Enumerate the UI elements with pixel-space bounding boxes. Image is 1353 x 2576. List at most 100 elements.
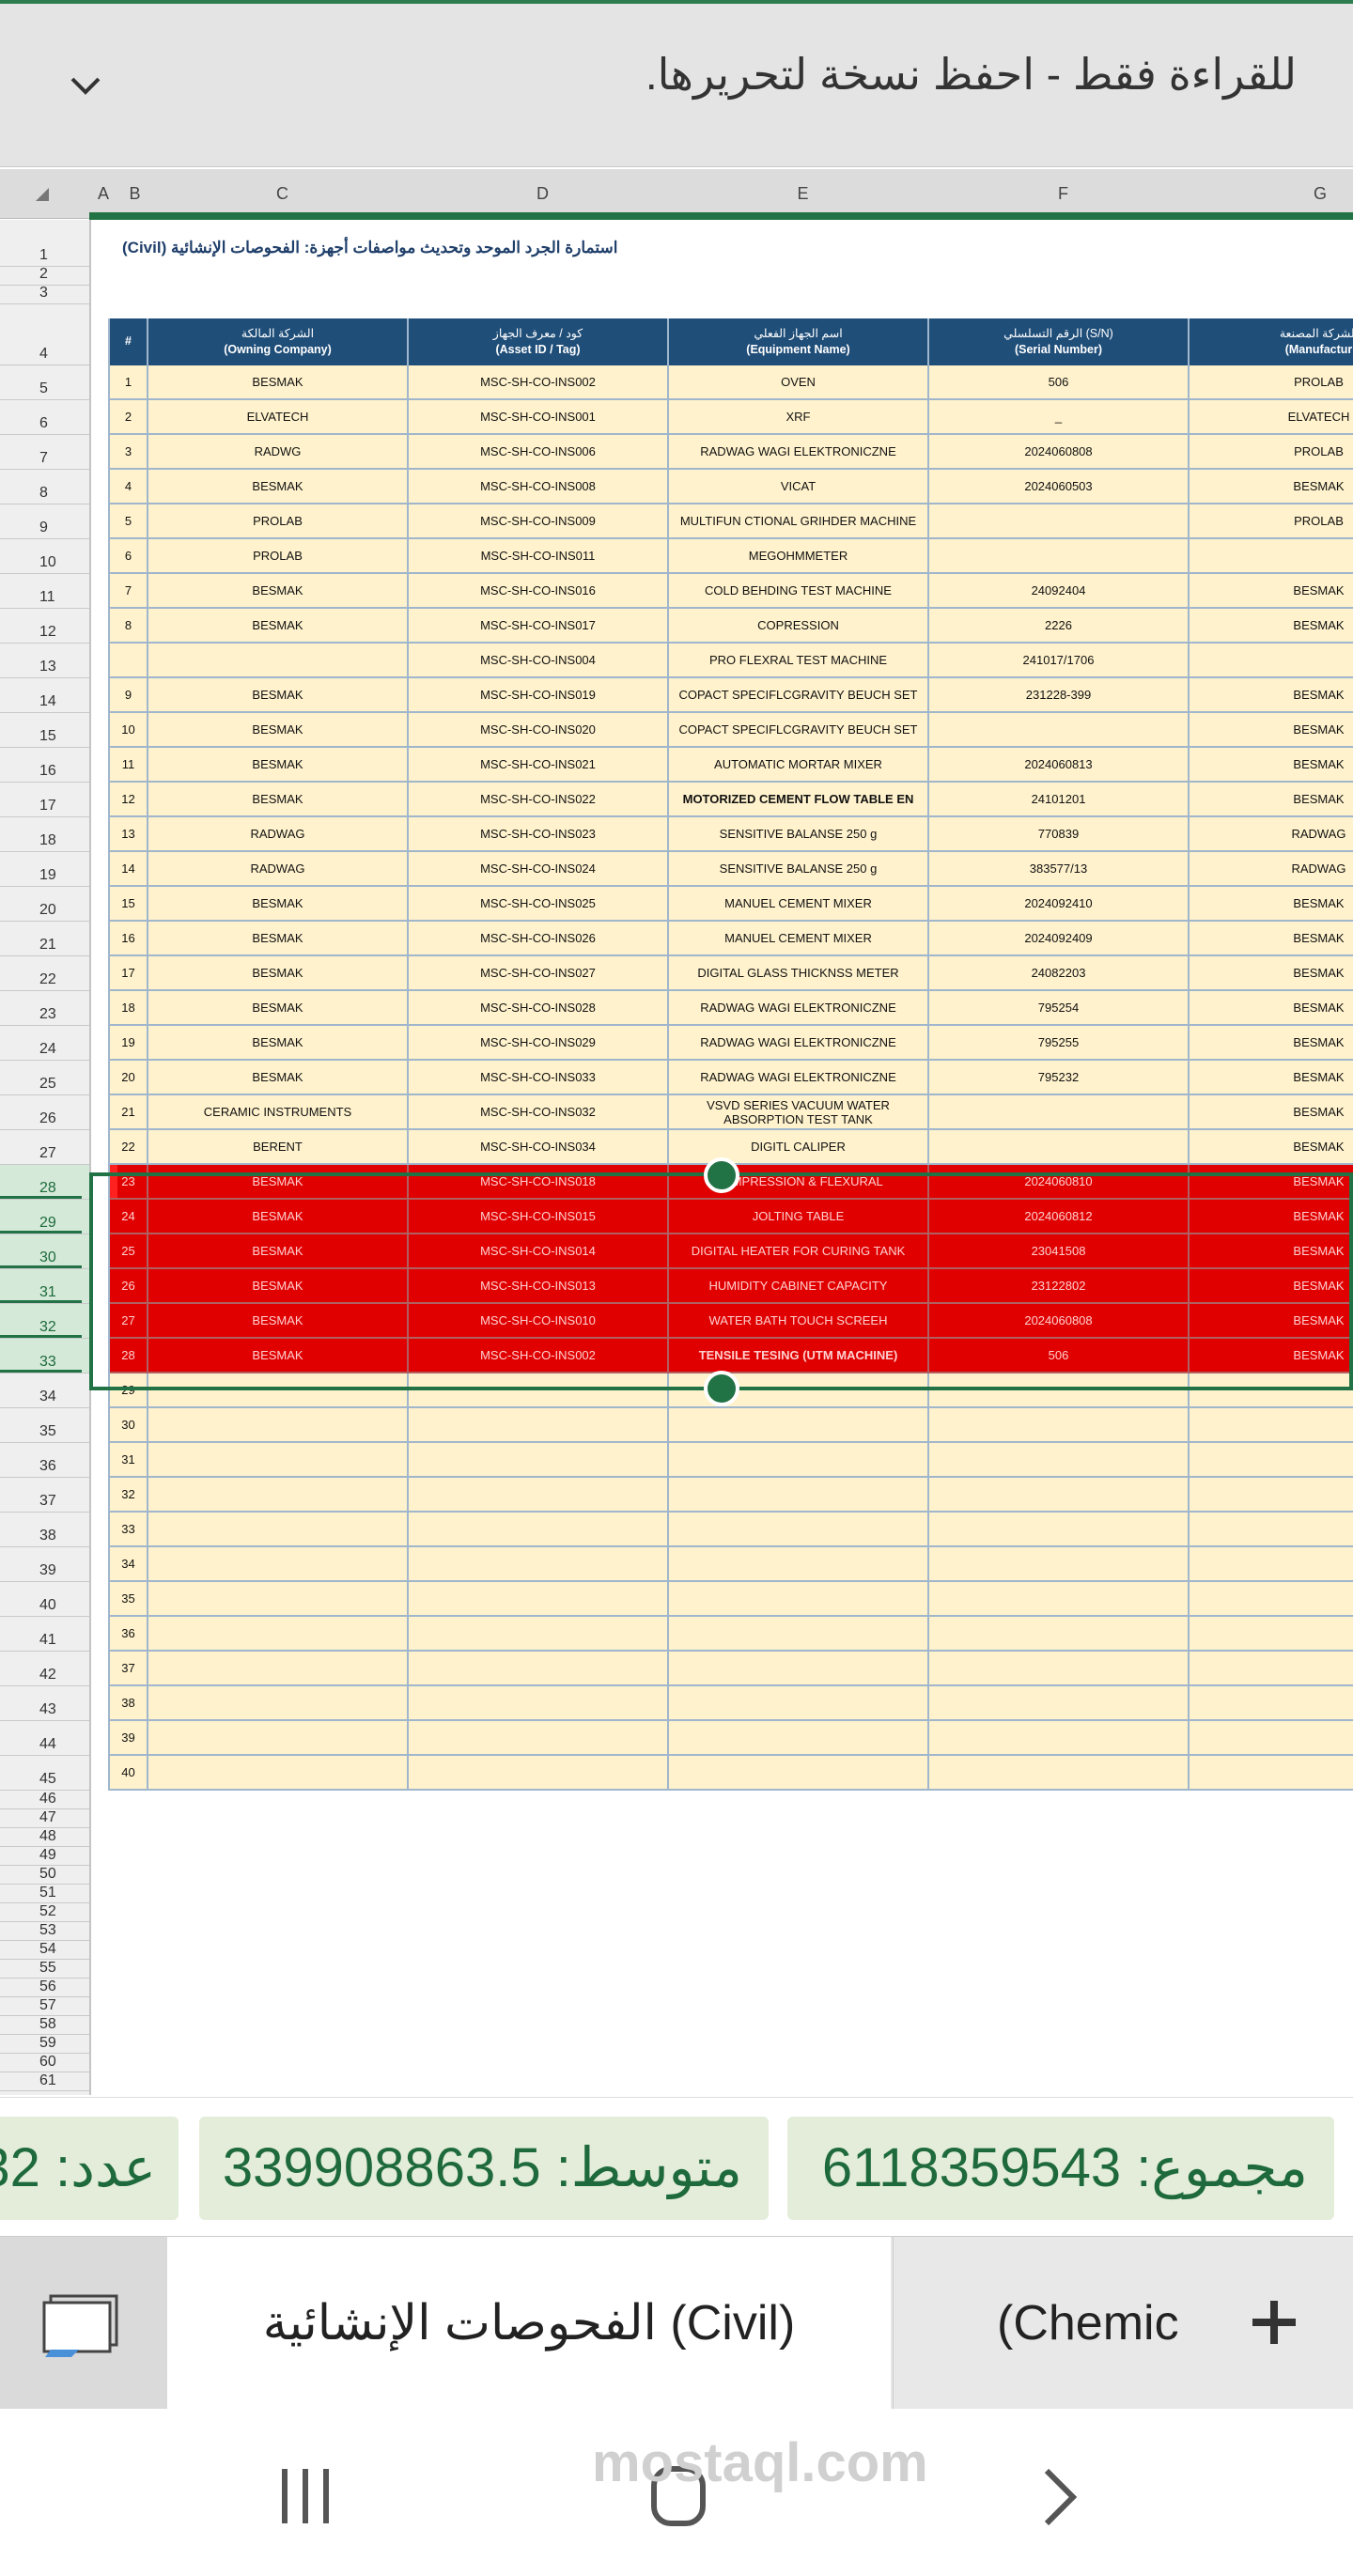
cell-owner[interactable] (148, 1443, 409, 1478)
row-header[interactable]: 35 (0, 1408, 89, 1443)
cell-owner[interactable]: BESMAK (148, 1165, 409, 1200)
cell-manufacturer[interactable]: BESMAK (1190, 922, 1353, 956)
row-header[interactable]: 50 (0, 1866, 89, 1885)
cell-equipment-name[interactable]: JOLTING TABLE (669, 1200, 929, 1234)
cell-manufacturer[interactable]: BESMAK (1190, 1234, 1353, 1269)
cell-serial[interactable] (929, 504, 1190, 539)
cell-serial[interactable] (929, 1652, 1190, 1686)
row-header[interactable]: 6 (0, 400, 89, 435)
cell-index[interactable]: 2 (110, 400, 148, 435)
cell-equipment-name[interactable] (669, 1686, 929, 1721)
row-header[interactable]: 55 (0, 1960, 89, 1979)
cell-index[interactable]: 17 (110, 956, 148, 991)
row-header[interactable]: 22 (0, 956, 89, 991)
cell-index[interactable]: 37 (110, 1652, 148, 1686)
row-header[interactable]: 47 (0, 1809, 89, 1828)
cell-serial[interactable]: 2024060813 (929, 748, 1190, 783)
cell-equipment-name[interactable]: OVEN (669, 365, 929, 400)
cell-equipment-name[interactable]: MANUEL CEMENT MIXER (669, 922, 929, 956)
cell-asset-id[interactable] (409, 1373, 669, 1408)
cell-index[interactable]: 32 (110, 1478, 148, 1513)
cell-serial[interactable]: 2024060808 (929, 1304, 1190, 1339)
row-header[interactable]: 57 (0, 1997, 89, 2016)
cell-serial[interactable] (929, 1582, 1190, 1617)
row-header[interactable]: 16 (0, 748, 89, 783)
row-header[interactable]: 14 (0, 678, 89, 713)
cell-asset-id[interactable]: MSC-SH-CO-INS024 (409, 852, 669, 887)
status-count[interactable]: عدد: 32 (0, 2117, 179, 2220)
cell-owner[interactable] (148, 1373, 409, 1408)
cell-equipment-name[interactable]: RADWAG WAGI ELEKTRONICZNE (669, 1026, 929, 1061)
cell-index[interactable]: 22 (110, 1130, 148, 1165)
cell-index[interactable]: 25 (110, 1234, 148, 1269)
row-header[interactable]: 54 (0, 1941, 89, 1960)
row-header[interactable]: 33 (0, 1339, 89, 1373)
cell-asset-id[interactable]: MSC-SH-CO-INS028 (409, 991, 669, 1026)
cell-asset-id[interactable] (409, 1513, 669, 1547)
cell-index[interactable]: 34 (110, 1547, 148, 1582)
column-header-b[interactable]: B (117, 169, 152, 218)
cell-equipment-name[interactable]: XRF (669, 400, 929, 435)
status-sum[interactable]: مجموع: 6118359543 (787, 2117, 1334, 2220)
cell-asset-id[interactable]: MSC-SH-CO-INS006 (409, 435, 669, 470)
cell-serial[interactable]: 2024092409 (929, 922, 1190, 956)
cell-index[interactable]: 24 (110, 1200, 148, 1234)
cell-equipment-name[interactable]: AUTOMATIC MORTAR MIXER (669, 748, 929, 783)
row-header[interactable]: 38 (0, 1513, 89, 1547)
cell-equipment-name[interactable]: COPRESSION (669, 609, 929, 644)
row-header[interactable]: 40 (0, 1582, 89, 1617)
row-header[interactable]: 27 (0, 1130, 89, 1165)
cell-serial[interactable] (929, 1130, 1190, 1165)
selection-handle-top[interactable] (704, 1157, 739, 1193)
cell-index[interactable]: 33 (110, 1513, 148, 1547)
cell-owner[interactable]: BESMAK (148, 470, 409, 504)
row-header[interactable]: 5 (0, 365, 89, 400)
cell-serial[interactable] (929, 1721, 1190, 1756)
cell-owner[interactable]: BESMAK (148, 922, 409, 956)
cell-asset-id[interactable]: MSC-SH-CO-INS026 (409, 922, 669, 956)
row-header[interactable]: 58 (0, 2016, 89, 2035)
cell-asset-id[interactable]: MSC-SH-CO-INS027 (409, 956, 669, 991)
cell-index[interactable]: 36 (110, 1617, 148, 1652)
cell-manufacturer[interactable]: BESMAK (1190, 956, 1353, 991)
cell-index[interactable]: 39 (110, 1721, 148, 1756)
cell-asset-id[interactable]: MSC-SH-CO-INS013 (409, 1269, 669, 1304)
cell-index[interactable]: 18 (110, 991, 148, 1026)
cell-manufacturer[interactable]: BESMAK (1190, 887, 1353, 922)
cell-equipment-name[interactable]: COPACT SPECIFLCGRAVITY BEUCH SET (669, 713, 929, 748)
cell-owner[interactable]: PROLAB (148, 539, 409, 574)
cell-equipment-name[interactable] (669, 1617, 929, 1652)
tab-civil[interactable]: الفحوصات الإنشائية (Civil) (167, 2237, 891, 2410)
cell-owner[interactable] (148, 1756, 409, 1791)
cell-asset-id[interactable]: MSC-SH-CO-INS009 (409, 504, 669, 539)
column-header-f[interactable]: F (933, 169, 1193, 218)
cell-manufacturer[interactable]: BESMAK (1190, 748, 1353, 783)
cell-manufacturer[interactable]: BESMAK (1190, 713, 1353, 748)
row-header[interactable]: 25 (0, 1061, 89, 1095)
row-header[interactable]: 19 (0, 852, 89, 887)
cell-index[interactable]: 6 (110, 539, 148, 574)
cell-manufacturer[interactable]: BESMAK (1190, 574, 1353, 609)
cell-serial[interactable]: 506 (929, 365, 1190, 400)
cell-asset-id[interactable]: MSC-SH-CO-INS002 (409, 365, 669, 400)
cell-owner[interactable] (148, 1617, 409, 1652)
cell-owner[interactable] (148, 1547, 409, 1582)
cell-asset-id[interactable]: MSC-SH-CO-INS021 (409, 748, 669, 783)
cell-index[interactable]: 9 (110, 678, 148, 713)
row-header[interactable]: 51 (0, 1885, 89, 1903)
cell-equipment-name[interactable]: MANUEL CEMENT MIXER (669, 887, 929, 922)
row-header[interactable]: 49 (0, 1847, 89, 1866)
cell-equipment-name[interactable]: DIGITAL HEATER FOR CURING TANK (669, 1234, 929, 1269)
cell-index[interactable]: 23 (110, 1165, 148, 1200)
cell-equipment-name[interactable]: VICAT (669, 470, 929, 504)
cell-manufacturer[interactable] (1190, 1513, 1353, 1547)
cell-owner[interactable]: BESMAK (148, 365, 409, 400)
row-header[interactable]: 23 (0, 991, 89, 1026)
cell-serial[interactable] (929, 1408, 1190, 1443)
cell-asset-id[interactable]: MSC-SH-CO-INS010 (409, 1304, 669, 1339)
row-header[interactable]: 59 (0, 2035, 89, 2054)
status-average[interactable]: متوسط: 339908863.5 (199, 2117, 769, 2220)
cell-serial[interactable]: 231228-399 (929, 678, 1190, 713)
row-header[interactable]: 21 (0, 922, 89, 956)
cell-owner[interactable]: BESMAK (148, 887, 409, 922)
